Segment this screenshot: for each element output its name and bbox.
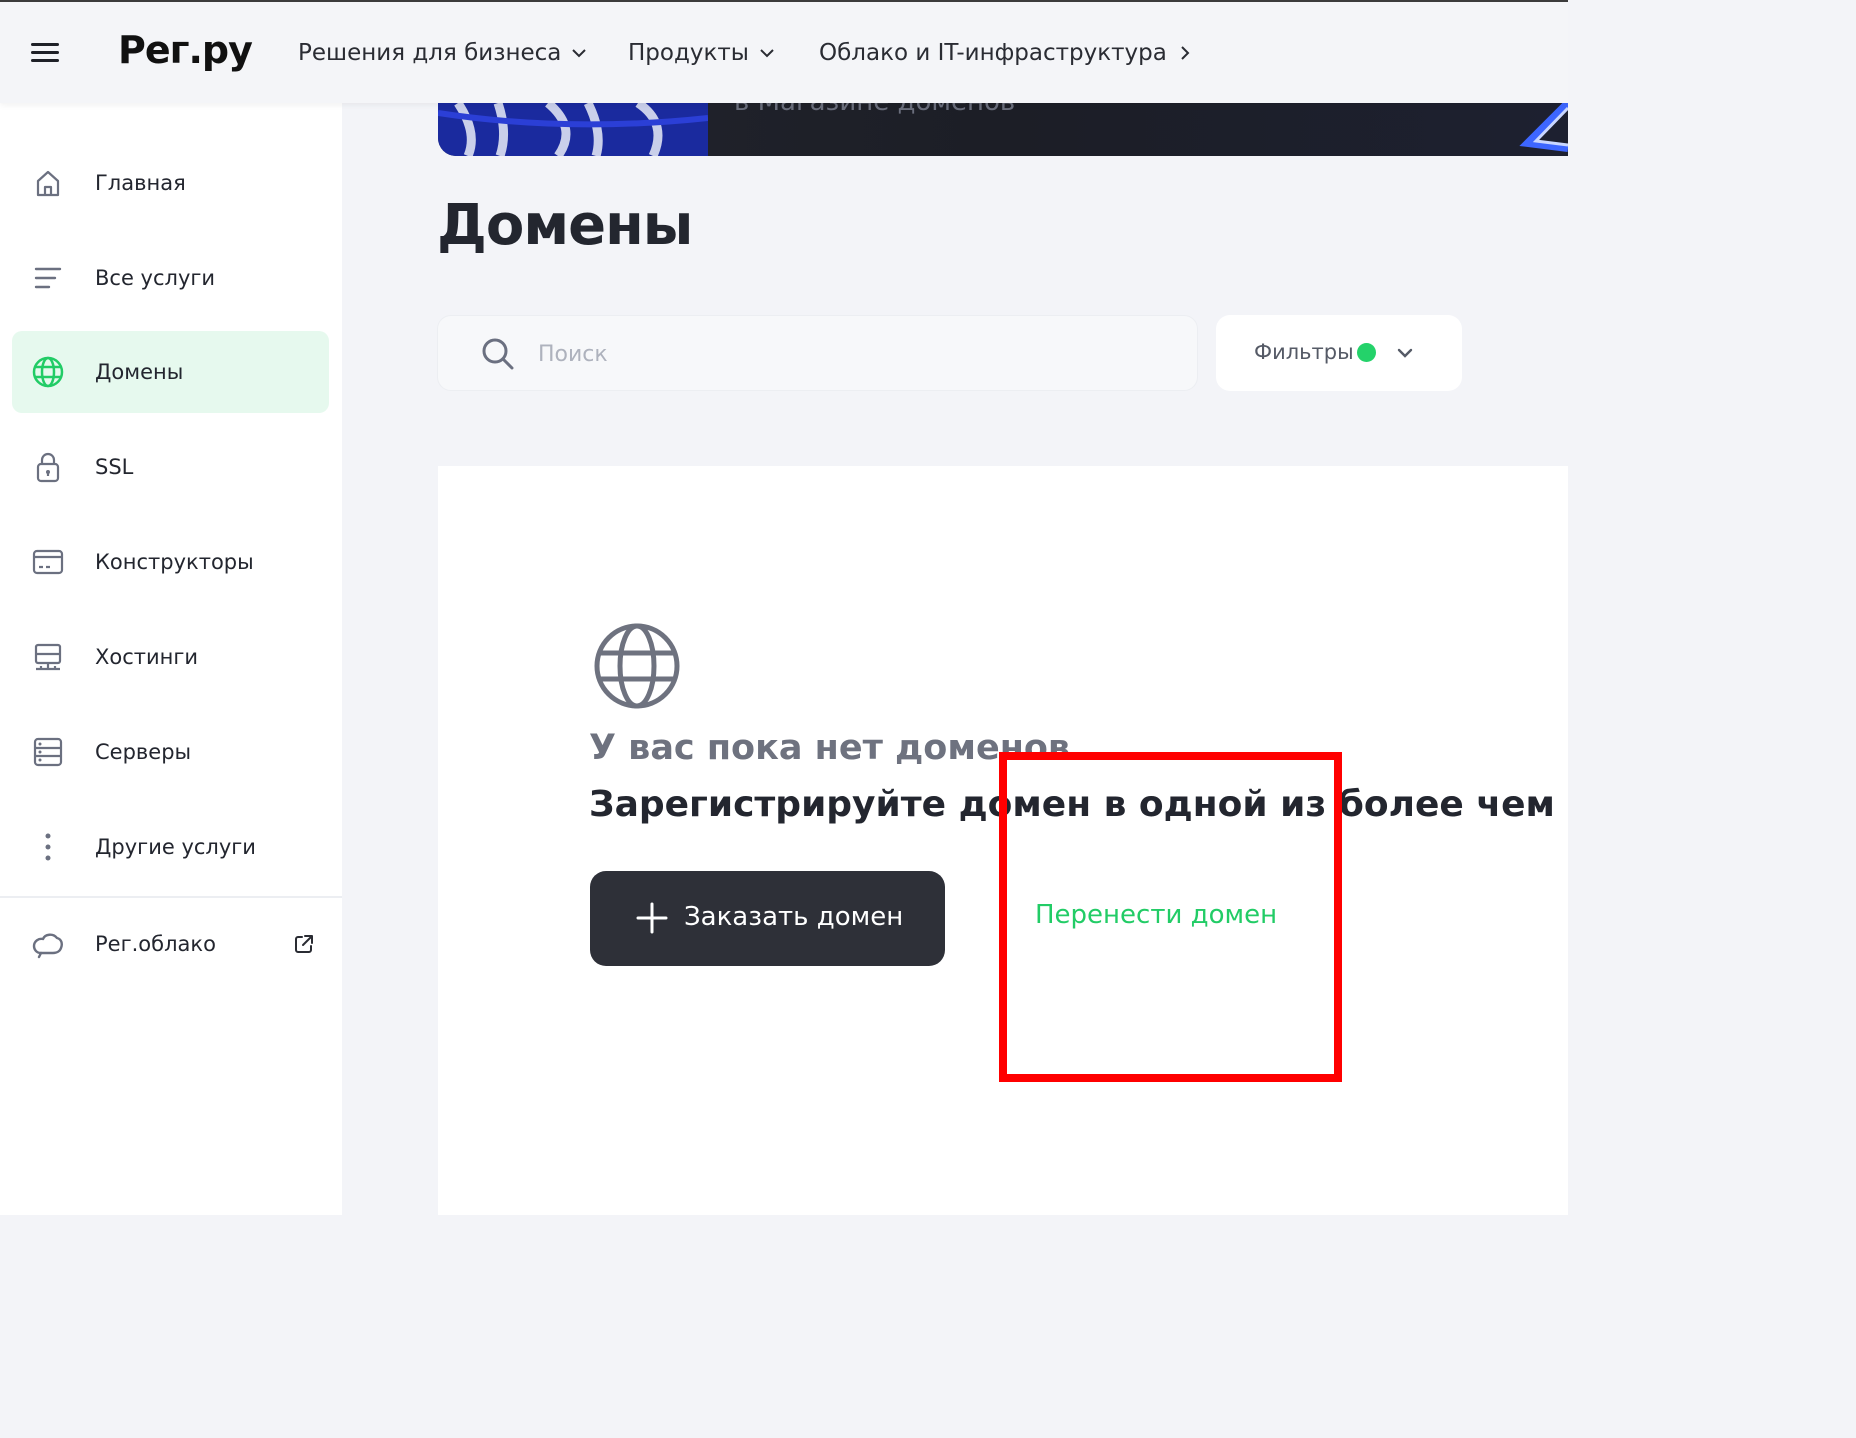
external-link-icon[interactable] xyxy=(293,933,315,955)
sidebar-item-domains[interactable]: Домены xyxy=(12,331,329,413)
promo-banner[interactable]: в Магазине доменов xyxy=(438,103,1568,156)
sidebar-item-label: Домены xyxy=(95,360,184,384)
sidebar-item-servers[interactable]: Серверы xyxy=(12,711,329,793)
chevron-down-icon xyxy=(1397,348,1413,358)
home-icon xyxy=(36,170,60,197)
globe-icon xyxy=(32,356,64,388)
sidebar-item-home[interactable]: Главная xyxy=(12,142,329,224)
sidebar-item-label: Главная xyxy=(95,171,186,195)
server-icon xyxy=(33,737,63,767)
sidebar: Главная Все услуги Домены SSL Конструкто… xyxy=(0,103,342,1215)
banner-decoration xyxy=(1519,103,1568,152)
nav-cloud-it[interactable]: Облако и IT-инфраструктура xyxy=(819,40,1193,66)
list-icon xyxy=(34,267,62,289)
sidebar-item-label: Хостинги xyxy=(95,645,199,669)
top-header: Рег.ру Решения для бизнеса Продукты Обла… xyxy=(0,0,1568,103)
order-domain-label: Заказать домен xyxy=(684,902,904,932)
cloud-icon xyxy=(32,933,63,959)
more-icon xyxy=(45,833,51,861)
chevron-right-icon xyxy=(1181,46,1190,60)
builder-icon xyxy=(32,549,64,575)
search-input[interactable] xyxy=(538,334,1158,374)
sidebar-item-other-services[interactable]: Другие услуги xyxy=(12,806,329,888)
page-title: Домены xyxy=(437,193,693,258)
empty-state-card: У вас пока нет доменов Зарегистрируйте д… xyxy=(438,466,1568,1215)
search-icon xyxy=(482,338,514,370)
sidebar-item-hosting[interactable]: Хостинги xyxy=(12,616,329,698)
sidebar-item-label: SSL xyxy=(95,455,134,479)
order-domain-button[interactable]: Заказать домен xyxy=(590,871,945,966)
nav-business-solutions[interactable]: Решения для бизнеса xyxy=(298,40,587,66)
sidebar-item-reg-cloud[interactable]: Рег.облако xyxy=(12,903,329,985)
sidebar-item-label: Рег.облако xyxy=(95,932,216,956)
empty-state-subtitle: Зарегистрируйте домен в одной из более ч… xyxy=(589,784,1568,825)
lock-icon xyxy=(36,452,60,483)
sidebar-item-all-services[interactable]: Все услуги xyxy=(12,237,329,319)
banner-globe-art xyxy=(438,103,708,156)
search-box[interactable] xyxy=(437,315,1198,391)
nav-products[interactable]: Продукты xyxy=(628,40,775,66)
nav-label: Продукты xyxy=(628,40,749,66)
filters-active-indicator xyxy=(1357,343,1376,362)
filters-button[interactable]: Фильтры xyxy=(1216,315,1462,391)
hosting-icon xyxy=(34,643,62,671)
nav-label: Решения для бизнеса xyxy=(298,40,562,66)
filters-label: Фильтры xyxy=(1254,340,1354,364)
banner-text: в Магазине доменов xyxy=(734,103,1015,117)
transfer-domain-link[interactable]: Перенести домен xyxy=(1035,900,1277,930)
chevron-down-icon xyxy=(760,49,774,58)
sidebar-item-label: Серверы xyxy=(95,740,192,764)
logo[interactable]: Рег.ру xyxy=(118,28,253,72)
empty-state-title: У вас пока нет доменов xyxy=(589,728,1071,768)
sidebar-divider xyxy=(0,896,342,898)
nav-label: Облако и IT-инфраструктура xyxy=(819,40,1167,66)
chevron-down-icon xyxy=(572,49,587,58)
sidebar-item-label: Все услуги xyxy=(95,266,216,290)
menu-icon[interactable] xyxy=(31,43,61,63)
plus-icon xyxy=(636,902,668,934)
sidebar-item-ssl[interactable]: SSL xyxy=(12,426,329,508)
globe-icon xyxy=(594,623,680,709)
page: Рег.ру Решения для бизнеса Продукты Обла… xyxy=(0,0,1568,1215)
sidebar-item-label: Другие услуги xyxy=(95,835,256,859)
sidebar-item-builders[interactable]: Конструкторы xyxy=(12,521,329,603)
sidebar-item-label: Конструкторы xyxy=(95,550,254,574)
